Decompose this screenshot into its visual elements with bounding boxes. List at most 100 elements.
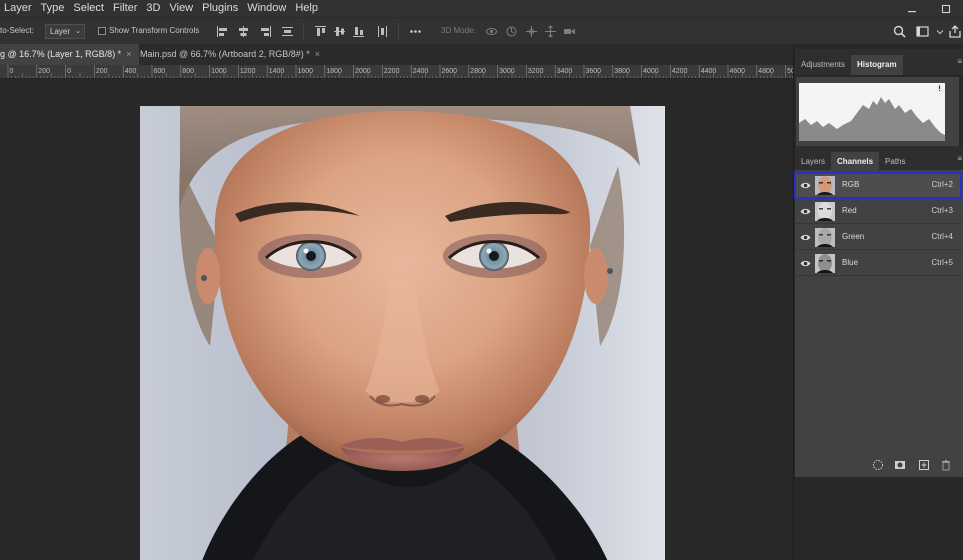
ruler-label: 4600	[730, 68, 746, 75]
ruler-label: 1000	[211, 68, 227, 75]
panel-dock: Adjustments Histogram ≡ Layers Channels …	[793, 44, 963, 560]
ruler-label: 2800	[470, 68, 486, 75]
eye-icon[interactable]	[800, 232, 811, 243]
align-top-edges-icon[interactable]	[314, 25, 327, 38]
tab-adjustments[interactable]: Adjustments	[795, 55, 851, 75]
channel-shortcut: Ctrl+3	[931, 206, 953, 215]
histogram-panel-tabs: Adjustments Histogram	[795, 49, 963, 75]
tab-paths[interactable]: Paths	[879, 152, 911, 172]
ruler-label: 0	[10, 68, 14, 75]
channel-row-blue[interactable]: Blue Ctrl+5	[795, 251, 961, 276]
menu-type[interactable]: Type	[37, 0, 70, 17]
ruler-label: 4400	[701, 68, 717, 75]
close-icon[interactable]: ×	[126, 49, 131, 59]
close-icon[interactable]: ×	[315, 49, 320, 59]
document-tab-bar: g @ 16.7% (Layer 1, RGB/8) * × Main.psd @…	[0, 44, 793, 65]
ruler-label: 800	[182, 68, 194, 75]
eye-icon[interactable]	[800, 206, 811, 217]
align-horizontal-centers-icon[interactable]	[237, 25, 250, 38]
separator	[398, 23, 399, 40]
channel-name: Blue	[842, 258, 859, 267]
channels-footer	[795, 453, 963, 477]
tab-layers[interactable]: Layers	[795, 152, 831, 172]
ruler-label: 1400	[269, 68, 285, 75]
panel-menu-icon[interactable]: ≡	[957, 57, 962, 66]
panel-menu-icon[interactable]: ≡	[957, 154, 962, 163]
roll-3d-icon[interactable]	[505, 25, 518, 38]
eye-icon[interactable]	[800, 180, 811, 191]
menu-filter[interactable]: Filter	[109, 0, 142, 17]
auto-select-value: Layer	[50, 27, 71, 36]
menu-select[interactable]: Select	[69, 0, 109, 17]
canvas-area[interactable]	[0, 79, 793, 560]
menu-help[interactable]: Help	[291, 0, 323, 17]
menu-window[interactable]: Window	[243, 0, 291, 17]
menu-layer[interactable]: Layer	[0, 0, 37, 17]
tab-histogram[interactable]: Histogram	[851, 55, 903, 75]
new-channel-icon[interactable]	[918, 459, 930, 471]
eye-icon[interactable]	[800, 258, 811, 269]
ruler-label: 4200	[672, 68, 688, 75]
share-icon[interactable]	[946, 23, 963, 40]
maximize-icon[interactable]	[929, 0, 963, 17]
auto-select-label: to-Select:	[0, 26, 34, 35]
channels-list: RGB Ctrl+2 Red Ctrl+3 Green Ctrl+4 Blue	[794, 170, 963, 470]
tab-main-psd[interactable]: Main.psd @ 66.7% (Artboard 2, RGB/8#) * ×	[132, 44, 328, 65]
show-transform-checkbox[interactable]	[98, 27, 106, 35]
ruler-label: 4800	[758, 68, 774, 75]
tab-layer-1-document[interactable]: g @ 16.7% (Layer 1, RGB/8) * ×	[0, 44, 140, 65]
trash-icon[interactable]	[940, 459, 952, 471]
ruler-label: 3800	[614, 68, 630, 75]
channels-panel-tabs: Layers Channels Paths	[795, 146, 963, 172]
save-selection-icon[interactable]	[894, 459, 906, 471]
search-icon[interactable]	[891, 23, 908, 40]
scale-3d-icon[interactable]	[563, 25, 576, 38]
ruler-label: 4000	[643, 68, 659, 75]
warning-icon[interactable]	[934, 82, 945, 93]
distribute-vertical-icon[interactable]	[281, 25, 294, 38]
ruler-label: 1600	[298, 68, 314, 75]
show-transform-label: Show Transform Controls	[109, 26, 200, 35]
ruler-label: 600	[154, 68, 166, 75]
window-controls	[895, 0, 963, 17]
menu-3d[interactable]: 3D	[142, 0, 165, 17]
slide-3d-icon[interactable]	[544, 25, 557, 38]
channel-name: RGB	[842, 180, 860, 189]
channel-row-rgb[interactable]: RGB Ctrl+2	[794, 172, 962, 199]
menu-plugins[interactable]: Plugins	[198, 0, 243, 17]
align-bottom-edges-icon[interactable]	[352, 25, 365, 38]
chevron-down-icon: ⌄	[75, 28, 81, 35]
channel-thumbnail	[815, 176, 835, 195]
channel-row-green[interactable]: Green Ctrl+4	[795, 225, 961, 250]
pan-3d-icon[interactable]	[525, 25, 538, 38]
minimize-icon[interactable]	[895, 0, 929, 17]
channel-row-red[interactable]: Red Ctrl+3	[795, 199, 961, 224]
ruler-label: 3200	[528, 68, 544, 75]
workspace-icon[interactable]	[914, 23, 931, 40]
ruler-label: 1800	[326, 68, 342, 75]
load-selection-icon[interactable]	[872, 459, 884, 471]
ruler-label: 200	[96, 68, 108, 75]
more-options-icon[interactable]	[409, 25, 422, 38]
horizontal-ruler[interactable]: 0 200 0 200 400 600 800 1000 1200 1400 1600 1800 200…	[0, 65, 793, 79]
distribute-horizontal-icon[interactable]	[376, 25, 389, 38]
channel-name: Red	[842, 206, 857, 215]
portrait-image	[140, 106, 665, 560]
separator	[303, 23, 304, 40]
channel-shortcut: Ctrl+2	[931, 180, 953, 189]
menu-bar: Layer Type Select Filter 3D View Plugins…	[0, 0, 963, 17]
ruler-label: 2200	[384, 68, 400, 75]
auto-select-dropdown[interactable]: Layer ⌄	[45, 24, 85, 39]
align-left-edges-icon[interactable]	[216, 25, 229, 38]
menu-view[interactable]: View	[165, 0, 198, 17]
align-vertical-centers-icon[interactable]	[333, 25, 346, 38]
ruler-label: 200	[38, 68, 50, 75]
channel-thumbnail	[815, 254, 835, 273]
ruler-label: 3400	[557, 68, 573, 75]
orbit-3d-icon[interactable]	[485, 25, 498, 38]
tab-channels[interactable]: Channels	[831, 152, 880, 172]
ruler-ticks: 0 200 0 200 400 600 800 1000 1200 1400 1600 1800 200…	[7, 65, 793, 78]
align-right-edges-icon[interactable]	[259, 25, 272, 38]
ruler-label: 0	[67, 68, 71, 75]
portrait-photo[interactable]	[140, 106, 665, 560]
